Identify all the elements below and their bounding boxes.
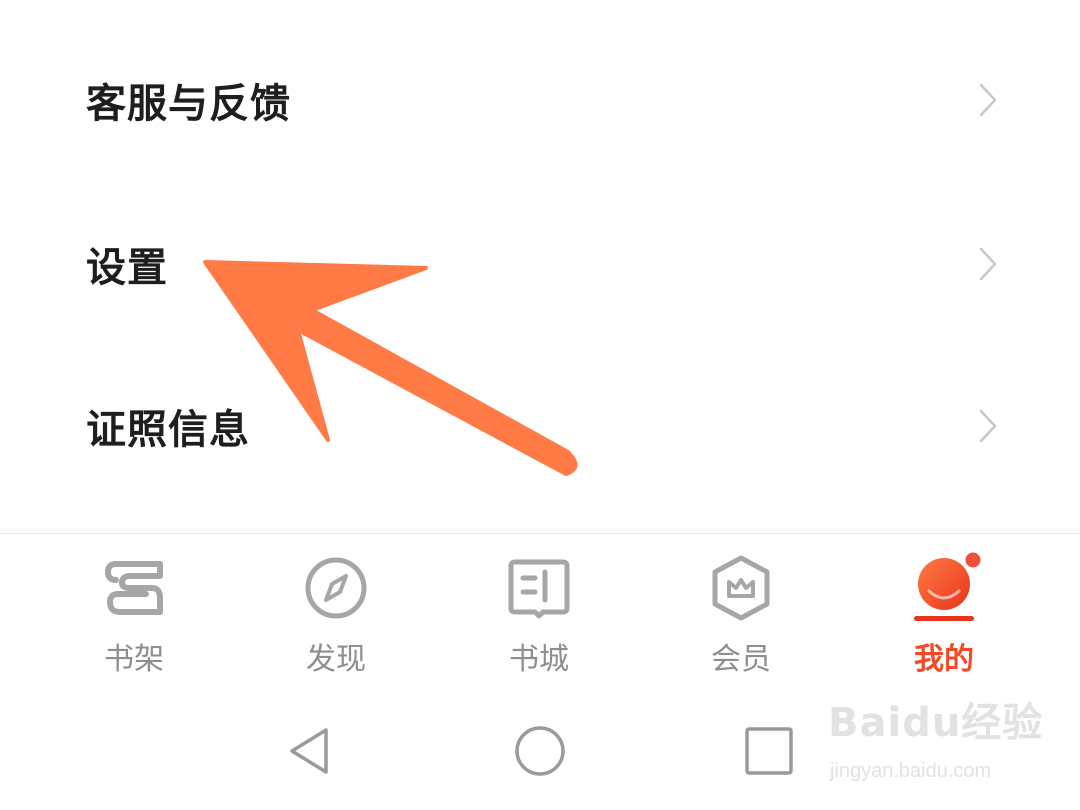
menu-item-label: 客服与反馈 (86, 81, 291, 127)
home-icon[interactable] (513, 724, 567, 778)
book-store-icon (508, 559, 570, 619)
tab-bookshelf[interactable]: 书架 (26, 534, 242, 684)
back-icon[interactable] (284, 724, 338, 778)
watermark-url: jingyan.baidu.com (830, 760, 992, 782)
screen: 客服与反馈 设置 证照信息 书架 发现 书城 会员 我的 Baidu经验 jin… (0, 0, 1080, 810)
tab-book-store[interactable]: 书城 (431, 534, 647, 684)
menu-item-support-feedback[interactable]: 客服与反馈 (0, 40, 1080, 160)
chevron-right-icon (979, 247, 997, 281)
tab-discover[interactable]: 发现 (228, 534, 444, 684)
chevron-right-icon (979, 409, 997, 443)
bottom-tab-bar: 书架 发现 书城 会员 我的 (0, 534, 1080, 684)
bookshelf-icon (104, 561, 163, 615)
compass-icon (305, 557, 367, 619)
recents-icon[interactable] (742, 724, 796, 778)
tab-label: 书城 (509, 642, 569, 677)
tab-label: 会员 (711, 642, 771, 677)
menu-item-settings[interactable]: 设置 (0, 204, 1080, 324)
tab-label: 书架 (104, 642, 164, 677)
tab-label: 我的 (914, 642, 974, 677)
notification-dot (962, 549, 984, 571)
tab-mine[interactable]: 我的 (836, 534, 1052, 684)
chevron-right-icon (979, 83, 997, 117)
watermark: Baidu经验 jingyan.baidu.com (828, 690, 1058, 790)
menu-item-label: 设置 (86, 245, 168, 291)
vip-crown-icon (712, 555, 770, 621)
profile-icon (914, 549, 984, 621)
tab-membership[interactable]: 会员 (633, 534, 849, 684)
menu-item-license-info[interactable]: 证照信息 (0, 366, 1080, 486)
watermark-brand: Baidu经验 (828, 700, 1044, 746)
menu-item-label: 证照信息 (86, 407, 250, 453)
tab-label: 发现 (306, 642, 366, 677)
